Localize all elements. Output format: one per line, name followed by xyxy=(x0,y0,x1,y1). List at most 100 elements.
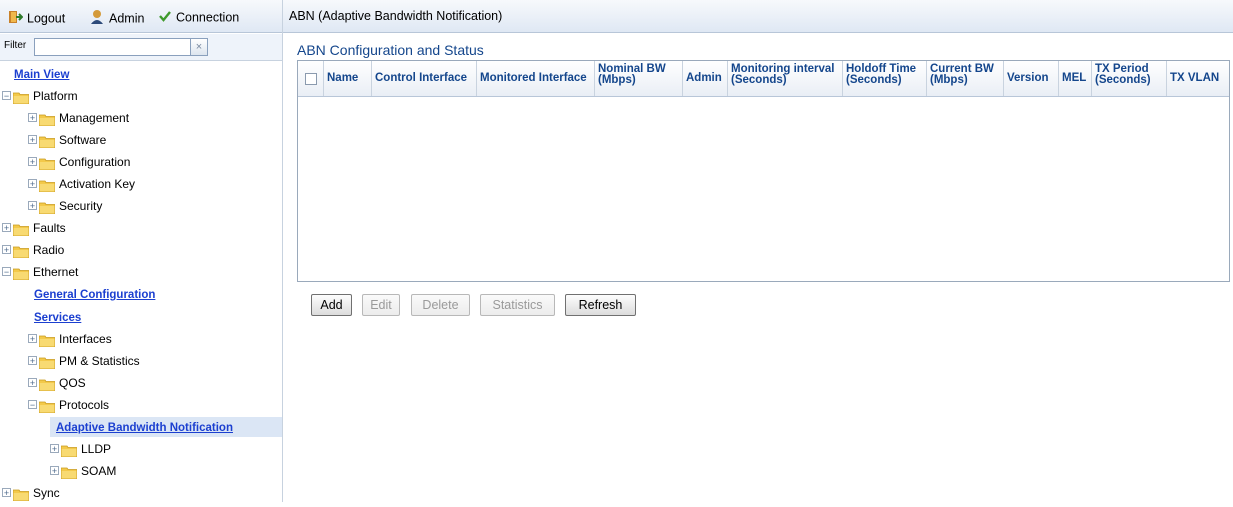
tree-item-label: Protocols xyxy=(59,398,110,412)
folder-icon xyxy=(38,178,56,193)
folder-icon xyxy=(38,156,56,171)
logout-button[interactable]: Logout xyxy=(7,9,65,25)
filter-label: Filter xyxy=(4,40,27,51)
tree-item-label: Sync xyxy=(33,486,60,500)
table-header: Name Control Interface Monitored Interfa… xyxy=(298,61,1229,97)
column-header-version[interactable]: Version xyxy=(1004,61,1059,96)
tree-item-qos[interactable]: + QOS xyxy=(28,373,86,393)
tree-item-pm-statistics[interactable]: + PM & Statistics xyxy=(28,351,140,371)
navigation-panel: Logout Admin Connection Filter × Main Vi… xyxy=(0,0,283,502)
tree-item-radio[interactable]: + Radio xyxy=(2,240,64,260)
clear-filter-button[interactable]: × xyxy=(190,38,208,56)
connection-label: Connection xyxy=(176,10,240,25)
checkmark-icon xyxy=(158,9,172,27)
admin-button[interactable]: Admin xyxy=(89,9,144,25)
expand-icon[interactable]: + xyxy=(2,223,11,233)
folder-icon xyxy=(12,487,30,502)
collapse-icon[interactable]: − xyxy=(2,91,11,101)
statistics-button[interactable]: Statistics xyxy=(480,294,555,316)
tree-item-label: Platform xyxy=(33,89,78,103)
folder-icon xyxy=(38,377,56,392)
tree-item-software[interactable]: + Software xyxy=(28,130,106,150)
column-header-monitoring-interval[interactable]: Monitoring interval (Seconds) xyxy=(728,61,843,96)
delete-button[interactable]: Delete xyxy=(411,294,470,316)
folder-icon xyxy=(38,355,56,370)
tree-item-label: Configuration xyxy=(59,155,131,169)
expand-icon[interactable]: + xyxy=(28,113,37,123)
column-header-control-interface[interactable]: Control Interface xyxy=(372,61,477,96)
connection-button[interactable]: Connection xyxy=(158,9,239,25)
tree-item-platform[interactable]: − Platform xyxy=(2,86,78,106)
expand-icon[interactable]: + xyxy=(28,135,37,145)
expand-icon[interactable]: + xyxy=(50,466,59,476)
folder-icon xyxy=(12,222,30,237)
tree-item-sync[interactable]: + Sync xyxy=(2,483,60,503)
expand-icon[interactable]: + xyxy=(2,245,11,255)
tree-item-label[interactable]: Main View xyxy=(14,69,69,81)
tree-item-activation-key[interactable]: + Activation Key xyxy=(28,174,135,194)
tree-item-interfaces[interactable]: + Interfaces xyxy=(28,329,112,349)
folder-icon xyxy=(38,333,56,348)
edit-button[interactable]: Edit xyxy=(362,294,400,316)
folder-icon xyxy=(38,200,56,215)
expand-icon[interactable]: + xyxy=(28,179,37,189)
tree-item-label: Faults xyxy=(33,221,66,235)
tree-item-lldp[interactable]: + LLDP xyxy=(50,439,111,459)
tree-item-label: Interfaces xyxy=(59,332,112,346)
refresh-button[interactable]: Refresh xyxy=(565,294,636,316)
content-header: ABN (Adaptive Bandwidth Notification) xyxy=(283,0,1233,33)
content-panel: ABN (Adaptive Bandwidth Notification) AB… xyxy=(283,0,1233,502)
expand-icon[interactable]: + xyxy=(28,378,37,388)
column-header-tx-vlan[interactable]: TX VLAN xyxy=(1167,61,1229,96)
column-header-monitored-interface[interactable]: Monitored Interface xyxy=(477,61,595,96)
filter-input[interactable] xyxy=(34,38,192,56)
column-header-current-bw[interactable]: Current BW (Mbps) xyxy=(927,61,1004,96)
tree-item-ethernet[interactable]: − Ethernet xyxy=(2,262,78,282)
column-header-admin[interactable]: Admin xyxy=(683,61,728,96)
folder-icon xyxy=(12,90,30,105)
expand-icon[interactable]: + xyxy=(50,444,59,454)
tree-item-label[interactable]: General Configuration xyxy=(34,289,155,301)
tree-item-protocols[interactable]: − Protocols xyxy=(28,395,109,415)
user-icon xyxy=(89,9,105,29)
column-header-holdoff-time[interactable]: Holdoff Time (Seconds) xyxy=(843,61,927,96)
tree-item-abn[interactable]: Adaptive Bandwidth Notification xyxy=(50,417,282,437)
folder-icon xyxy=(60,465,78,480)
tree-item-label: Software xyxy=(59,133,107,147)
column-header-mel[interactable]: MEL xyxy=(1059,61,1092,96)
collapse-icon[interactable]: − xyxy=(28,400,37,410)
tree-item-label: Security xyxy=(59,199,103,213)
tree-item-label: Management xyxy=(59,111,130,125)
tree-item-security[interactable]: + Security xyxy=(28,196,102,216)
page-title: ABN (Adaptive Bandwidth Notification) xyxy=(289,9,503,23)
tree-item-main-view[interactable]: Main View xyxy=(14,64,69,84)
tree-item-label: Radio xyxy=(33,243,65,257)
add-button[interactable]: Add xyxy=(311,294,352,316)
admin-label: Admin xyxy=(109,11,145,26)
expand-icon[interactable]: + xyxy=(2,488,11,498)
logout-icon xyxy=(7,9,24,29)
select-all-checkbox[interactable] xyxy=(305,72,317,85)
column-header-name[interactable]: Name xyxy=(324,61,372,96)
tree-item-label[interactable]: Adaptive Bandwidth Notification xyxy=(56,422,233,434)
tree-item-label: Activation Key xyxy=(59,177,136,191)
column-header-tx-period[interactable]: TX Period (Seconds) xyxy=(1092,61,1167,96)
tree-item-management[interactable]: + Management xyxy=(28,108,129,128)
column-header-nominal-bw[interactable]: Nominal BW (Mbps) xyxy=(595,61,683,96)
expand-icon[interactable]: + xyxy=(28,157,37,167)
tree-item-faults[interactable]: + Faults xyxy=(2,218,66,238)
section-title: ABN Configuration and Status xyxy=(297,42,484,58)
tree-item-label[interactable]: Services xyxy=(34,312,81,324)
expand-icon[interactable]: + xyxy=(28,356,37,366)
expand-icon[interactable]: + xyxy=(28,334,37,344)
select-all-checkbox-cell xyxy=(298,61,324,96)
tree-item-services[interactable]: Services xyxy=(34,307,81,327)
tree-item-configuration[interactable]: + Configuration xyxy=(28,152,130,172)
filter-bar: Filter × xyxy=(0,34,282,61)
tree-item-soam[interactable]: + SOAM xyxy=(50,461,116,481)
folder-icon xyxy=(38,112,56,127)
tree-item-label: QOS xyxy=(59,376,86,390)
collapse-icon[interactable]: − xyxy=(2,267,11,277)
expand-icon[interactable]: + xyxy=(28,201,37,211)
tree-item-general-configuration[interactable]: General Configuration xyxy=(34,284,155,304)
